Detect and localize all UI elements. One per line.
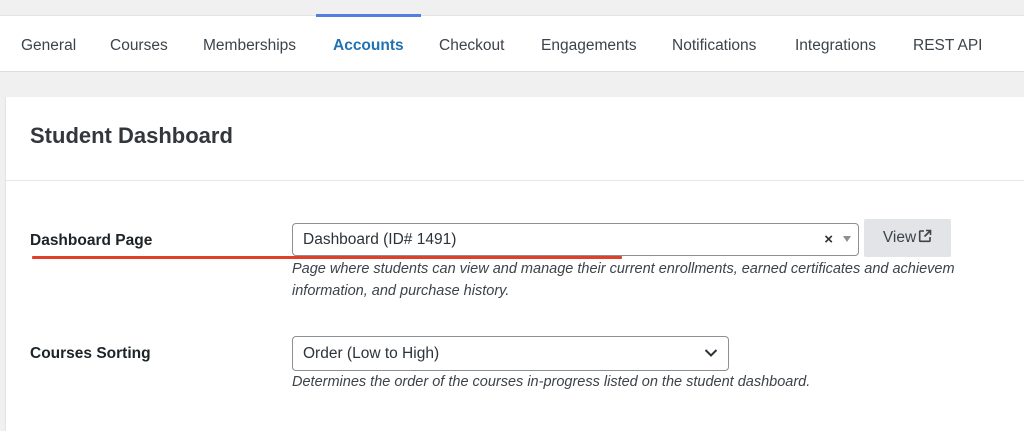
settings-tabs: General Courses Memberships Accounts Che…	[0, 14, 1024, 72]
dashboard-page-description-line-1: Page where students can view and manage …	[292, 261, 955, 277]
chevron-down-icon	[704, 349, 718, 357]
tab-notifications[interactable]: Notifications	[672, 16, 756, 72]
courses-sorting-select[interactable]: Order (Low to High)	[292, 336, 729, 371]
courses-sorting-label: Courses Sorting	[30, 345, 151, 362]
settings-panel: Student Dashboard Dashboard Page Dashboa…	[5, 97, 1024, 431]
caret-down-icon[interactable]	[843, 236, 851, 242]
tab-engagements[interactable]: Engagements	[541, 16, 637, 72]
tab-memberships[interactable]: Memberships	[203, 16, 296, 72]
courses-sorting-selected-value: Order (Low to High)	[303, 345, 440, 362]
section-divider	[6, 180, 1024, 181]
tab-accounts[interactable]: Accounts	[316, 14, 421, 72]
tab-courses[interactable]: Courses	[110, 16, 168, 72]
dashboard-page-select[interactable]: Dashboard (ID# 1491) ×	[292, 223, 859, 256]
dashboard-page-label: Dashboard Page	[30, 232, 153, 249]
tab-checkout[interactable]: Checkout	[439, 16, 504, 72]
view-page-button[interactable]: View	[864, 219, 951, 257]
dashboard-page-description-line-2: information, and purchase history.	[292, 283, 510, 299]
annotation-underline	[32, 256, 622, 259]
external-link-icon	[919, 229, 932, 243]
dashboard-page-selected-value: Dashboard (ID# 1491)	[303, 231, 457, 248]
close-icon[interactable]: ×	[824, 231, 833, 248]
tab-general[interactable]: General	[21, 16, 76, 72]
tab-rest-api[interactable]: REST API	[913, 16, 983, 72]
top-strip	[0, 0, 1024, 15]
view-button-label: View	[882, 229, 917, 246]
courses-sorting-description: Determines the order of the courses in-p…	[292, 374, 811, 390]
tab-integrations[interactable]: Integrations	[795, 16, 876, 72]
section-title: Student Dashboard	[30, 123, 233, 148]
